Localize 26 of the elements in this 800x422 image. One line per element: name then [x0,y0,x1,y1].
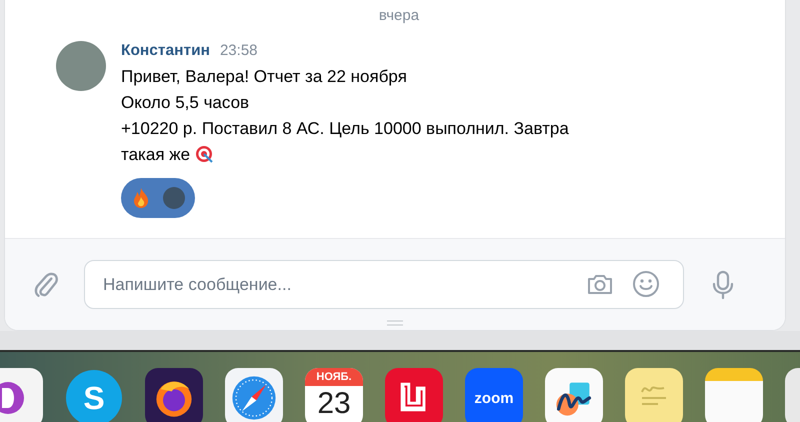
author-name[interactable]: Константин [121,42,210,60]
camera-icon[interactable] [586,272,614,296]
app-icon[interactable] [385,368,443,422]
message-time: 23:58 [220,42,258,59]
target-icon [195,145,216,165]
resize-handle[interactable] [387,320,403,326]
fire-icon [131,187,151,209]
reactions-pill[interactable] [121,178,195,218]
message-text: +10220 р. Поставил 8 АС. Цель 10000 выполнил. Завтра [121,118,569,140]
compass-app-icon[interactable] [225,368,283,422]
smiley-icon[interactable] [632,270,660,298]
zoom-app-icon[interactable]: zoom [465,368,523,422]
sticky-notes-app-icon[interactable] [625,368,683,422]
browser-app-icon[interactable] [145,368,203,422]
message-text: Около 5,5 часов [121,92,250,114]
message-text: Привет, Валера! Отчет за 22 ноября [121,66,407,88]
notes-app-icon[interactable] [705,368,763,422]
paperclip-icon[interactable] [33,270,59,300]
avatar-photo-placeholder[interactable] [56,41,106,91]
message-input-field[interactable]: Напишите сообщение... [84,260,684,309]
message-text: такая же [121,144,190,166]
date-separator: вчера [378,6,420,24]
photo-placeholder [163,187,185,209]
microphone-icon[interactable] [712,270,734,300]
calendar-app-icon[interactable]: НОЯБ. 23 [305,368,363,422]
drawing-app-icon[interactable] [545,368,603,422]
